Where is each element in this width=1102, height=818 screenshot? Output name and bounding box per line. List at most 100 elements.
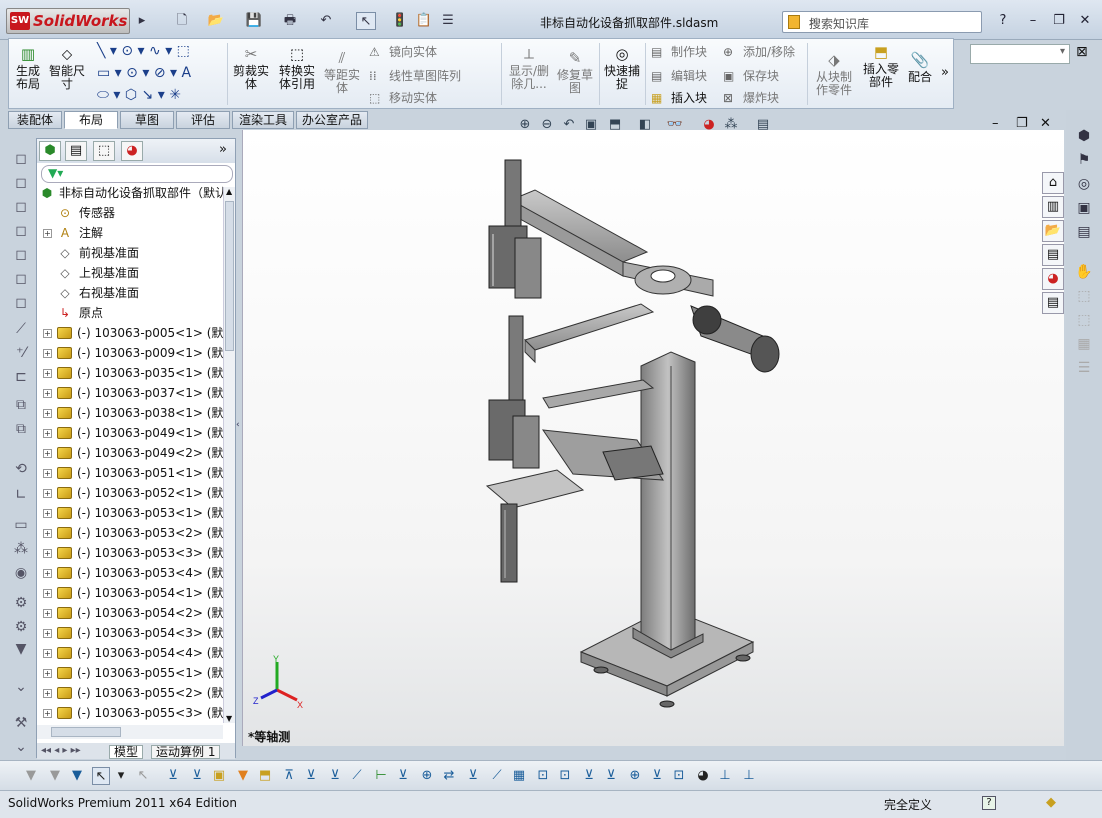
tree-part-row[interactable]: + (-) 103063-p049<1> (默认 [37,423,223,443]
convert-entities-button[interactable]: ⬚ 转换实 体引用 [275,45,319,91]
chevron-down-icon[interactable]: ▾ [112,767,130,785]
globe-icon[interactable]: ◉ [12,564,30,582]
trim-entities-button[interactable]: ✂ 剪裁实 体 [231,45,271,91]
minimize-view-icon[interactable]: – [992,116,999,131]
expand-icon[interactable]: + [43,709,52,718]
filter-block-icon[interactable]: ◕ [694,767,712,785]
tree-part-row[interactable]: + (-) 103063-p054<2> (默认 [37,603,223,623]
feature-tree-icon[interactable]: ⬢ [39,141,61,161]
zoom-fit-icon[interactable]: ⊕ [516,116,534,134]
gear-icon[interactable]: ⚙ [12,594,30,612]
property-manager-icon[interactable]: ▤ [65,141,87,161]
offset-entities-button[interactable]: ⫽ 等距实 体 [321,49,363,95]
tag-icon[interactable]: ◆ [1046,795,1056,810]
filter-hole-icon[interactable]: ⊡ [556,767,574,785]
help-status-button[interactable]: ? [982,796,996,810]
undo-icon[interactable]: ↶ [316,12,336,30]
folder-icon[interactable]: 📂 [1042,220,1064,242]
filter-note-icon[interactable]: ⊻ [394,767,412,785]
file-props-icon[interactable]: 📋 [414,12,434,30]
search-knowledge-base[interactable]: 搜索知识库 ⌕ [782,11,982,33]
smart-dim-icon[interactable]: ⁺⁄ [12,344,30,362]
solidworks-logo[interactable]: SW SolidWorks [6,8,130,34]
filter-weld-icon[interactable]: ⊕ [418,767,436,785]
tab-render-tools[interactable]: 渲染工具 [232,111,294,129]
tree-part-row[interactable]: + (-) 103063-p054<1> (默认 [37,583,223,603]
quick-snaps-button[interactable]: ◎ 快速捕 捉 [603,45,641,91]
copy-icon[interactable]: ⧉ [12,420,30,438]
expand-down-icon[interactable]: ⌄ [12,738,30,756]
view-settings-icon[interactable]: ▤ [754,116,772,134]
smart-dimension-button[interactable]: ⬦ 智能尺 寸 [47,45,87,91]
box-icon[interactable]: ◻ [12,270,30,288]
expand-icon[interactable]: + [43,449,52,458]
expand-icon[interactable]: + [43,389,52,398]
filter-cosmetic-icon[interactable]: ⊻ [580,767,598,785]
expand-down-icon[interactable]: ⌄ [12,678,30,696]
filter-vertex-icon[interactable]: ⊻ [164,767,182,785]
filter-weld-bead-icon[interactable]: ⊡ [670,767,688,785]
expand-icon[interactable]: + [43,609,52,618]
edit-block-button[interactable]: ▤ 编辑块 [651,67,707,84]
tab-assembly[interactable]: 装配体 [8,111,62,129]
tree-scrollbar[interactable]: ▲ ▼ [223,187,235,723]
minimize-button[interactable]: – [1022,12,1044,30]
open-icon[interactable]: 📂 [206,12,226,30]
previous-view-icon[interactable]: ↶ [560,116,578,134]
tree-item-origin[interactable]: ↳ 原点 [37,303,223,323]
mate-button[interactable]: 📎 配合 [905,51,935,84]
expand-icon[interactable]: + [43,229,52,238]
filter-table-icon[interactable]: ▦ [510,767,528,785]
repair-sketch-button[interactable]: ✎ 修复草 图 [555,49,595,95]
expand-panel-icon[interactable]: » [219,142,227,157]
filter-center-line-icon[interactable]: ⊻ [648,767,666,785]
add-remove-button[interactable]: ⊕ 添加/移除 [723,43,795,60]
make-part-from-block-button[interactable]: ⬗ 从块制 作零件 [811,51,857,97]
menu-expand-icon[interactable]: ▸ [132,12,152,30]
select-icon[interactable]: ↖ [92,767,110,785]
save-block-button[interactable]: ▣ 保存块 [723,67,779,84]
linear-pattern-button[interactable]: ⁞⁞ 线性草图阵列 [369,67,461,84]
expand-icon[interactable]: + [43,649,52,658]
filter-axis-icon[interactable]: ⊼ [280,767,298,785]
restore-view-icon[interactable]: ❐ [1016,116,1028,131]
box-icon[interactable]: ◻ [12,174,30,192]
more-commands-icon[interactable]: » [941,65,949,80]
tree-part-row[interactable]: + (-) 103063-p053<1> (默认 [37,503,223,523]
funnel-icon[interactable]: ▼ [12,640,30,658]
section-view-icon[interactable]: ▣ [582,116,600,134]
gear-icon[interactable]: ⚙ [12,618,30,636]
tree-part-row[interactable]: + (-) 103063-p053<4> (默认 [37,563,223,583]
appearance-icon[interactable]: ◕ [700,116,718,134]
tree-root[interactable]: ⬢ 非标自动化设备抓取部件（默认 [37,183,223,203]
filter-sketch-icon[interactable]: ⟋ [348,767,366,785]
corner-icon[interactable]: ∟ [12,486,30,504]
cube-icon[interactable]: ⬚ [1074,286,1094,306]
view-palette-icon[interactable]: ▤ [1042,244,1064,266]
tree-part-row[interactable]: + (-) 103063-p055<2> (默认 [37,683,223,703]
help-button[interactable]: ? [992,12,1014,30]
filter-center-mark-icon[interactable]: ⊕ [626,767,644,785]
tree-part-row[interactable]: + (-) 103063-p054<4> (默认 [37,643,223,663]
tree-item-plane[interactable]: ◇ 上视基准面 [37,263,223,283]
filter-connection-icon[interactable]: ⊥ [716,767,734,785]
tab-office-products[interactable]: 办公室产品 [296,111,368,129]
tree-part-row[interactable]: + (-) 103063-p038<1> (默认 [37,403,223,423]
expand-icon[interactable]: + [43,349,52,358]
tree-part-row[interactable]: + (-) 103063-p055<1> (默认 [37,663,223,683]
expand-icon[interactable]: + [43,589,52,598]
tree-part-row[interactable]: + (-) 103063-p049<2> (默认 [37,443,223,463]
relation-icon[interactable]: ⊏ [12,368,30,386]
tree-item-sensor[interactable]: ⊙ 传感器 [37,203,223,223]
search-icon[interactable]: ⌕ [809,13,965,29]
expand-icon[interactable]: + [43,509,52,518]
filter-face-icon[interactable]: ▣ [210,767,228,785]
copy-icon[interactable]: ⧉ [12,396,30,414]
tab-layout[interactable]: 布局 [64,111,118,129]
tree-item-plane[interactable]: ◇ 右视基准面 [37,283,223,303]
save-icon[interactable]: ▣ [1074,198,1094,218]
scroll-thumb[interactable] [225,201,234,351]
home-icon[interactable]: ⌂ [1042,172,1064,194]
tab-motion-study[interactable]: 运动算例 1 [151,745,221,759]
tree-part-row[interactable]: + (-) 103063-p055<3> (默认 [37,703,223,723]
